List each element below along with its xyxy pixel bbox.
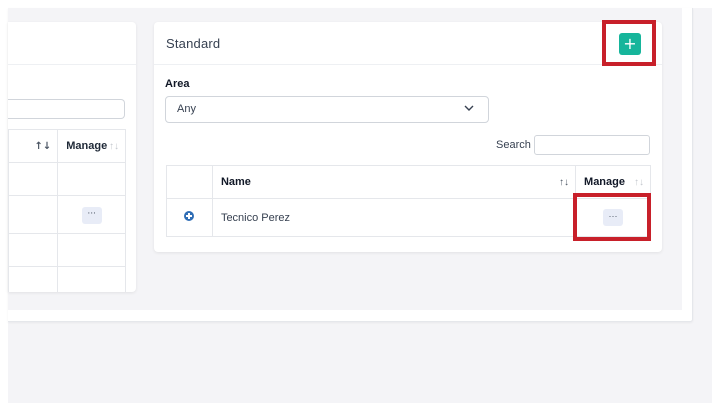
- table-row: [8, 266, 126, 292]
- add-button[interactable]: +: [619, 33, 641, 55]
- left-table-header: ↑↓ Manage ↑↓: [8, 129, 126, 163]
- left-manage-header-label: Manage: [66, 140, 108, 152]
- manage-header-label: Manage: [584, 176, 625, 188]
- expand-col-header: [166, 165, 213, 199]
- left-col-header[interactable]: ↑↓: [8, 129, 59, 163]
- search-input[interactable]: [534, 135, 650, 155]
- search-label: Search: [496, 139, 531, 151]
- table-row: ···: [8, 195, 126, 234]
- name-header-label: Name: [220, 176, 251, 188]
- area-select-value: Any: [177, 103, 196, 115]
- card-header-divider: [154, 64, 662, 65]
- table-row: [8, 162, 126, 196]
- sort-arrow-icon: ↑↓: [34, 141, 52, 152]
- manage-button[interactable]: ···: [81, 206, 102, 224]
- area-label: Area: [165, 78, 190, 90]
- manage-button[interactable]: ···: [603, 209, 624, 226]
- table-row: Tecnico Perez ···: [166, 198, 651, 237]
- name-cell: Tecnico Perez: [211, 198, 577, 237]
- standard-table: Name ↑↓ Manage ↑↓ Tecnico Perez ···: [166, 165, 651, 237]
- expand-row-icon[interactable]: [184, 211, 195, 221]
- left-card-header-divider: [8, 64, 136, 65]
- sort-arrow-icon: ↑↓: [109, 141, 119, 152]
- sort-arrow-icon: ↑↓: [559, 177, 570, 188]
- name-col-header[interactable]: Name ↑↓: [211, 165, 577, 199]
- card-title: Standard: [166, 36, 221, 51]
- left-table: ↑↓ Manage ↑↓ ···: [8, 129, 126, 292]
- chevron-down-icon: [464, 105, 474, 111]
- expand-cell[interactable]: [166, 198, 213, 237]
- sort-arrow-icon: ↑↓: [634, 177, 644, 188]
- left-search-input[interactable]: [8, 99, 125, 119]
- table-row: [8, 233, 126, 267]
- standard-card: Standard + Area Any Search Name ↑↓ Manag…: [154, 22, 662, 252]
- left-manage-header[interactable]: Manage ↑↓: [57, 129, 126, 163]
- table-header-row: Name ↑↓ Manage ↑↓: [166, 165, 651, 199]
- left-card: ↑↓ Manage ↑↓ ···: [8, 22, 136, 292]
- manage-col-header[interactable]: Manage ↑↓: [575, 165, 651, 199]
- manage-cell: ···: [575, 198, 651, 237]
- area-select[interactable]: Any: [165, 96, 489, 123]
